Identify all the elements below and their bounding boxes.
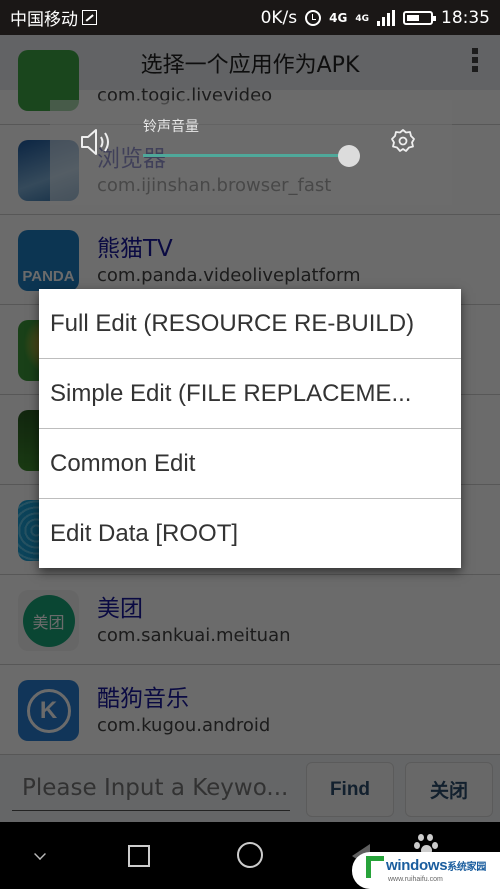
carrier-name: 中国移动 [10,10,78,30]
menu-item-full-edit[interactable]: Full Edit (RESOURCE RE-BUILD) [39,289,461,359]
menu-item-common-edit[interactable]: Common Edit [39,429,461,499]
screen: 中国移动 0K/s 4G 4G 18:35 选择一个应用作为APK com.to… [0,0,500,889]
windows-logo-icon [366,856,384,878]
volume-slider-track[interactable] [143,154,349,157]
watermark-brand-en: windows [386,857,448,874]
carrier-group: 中国移动 [10,5,97,30]
speaker-icon[interactable] [80,128,114,156]
watermark-brand-cn: 系统家园 [447,862,487,873]
menu-item-simple-edit[interactable]: Simple Edit (FILE REPLACEME... [39,359,461,429]
hide-nav-chevron-icon[interactable] [34,848,46,860]
volume-panel: 铃声音量 [50,100,452,205]
watermark-brand: windows系统家园 [386,857,486,874]
network-4g-icon: 4G [329,10,348,25]
settings-icon[interactable] [390,128,416,154]
volume-label: 铃声音量 [143,119,199,135]
clock: 18:35 [441,7,490,28]
signal-icon [377,9,395,26]
image-notification-icon [82,10,97,25]
status-bar: 中国移动 0K/s 4G 4G 18:35 [0,0,500,35]
network-speed: 0K/s [260,7,298,28]
status-icons: 0K/s 4G 4G 18:35 [261,8,490,28]
menu-item-edit-data-root[interactable]: Edit Data [ROOT] [39,499,461,569]
alarm-icon [305,9,322,26]
volume-slider-thumb[interactable] [338,145,360,167]
watermark: windows系统家园 www.ruihaifu.com [352,852,500,889]
home-icon[interactable] [237,842,263,868]
battery-icon [403,10,436,25]
edit-mode-popup-menu: Full Edit (RESOURCE RE-BUILD) Simple Edi… [39,289,461,568]
watermark-url: www.ruihaifu.com [388,876,443,883]
network-4g-small-icon: 4G [355,13,369,24]
recents-icon[interactable] [128,845,150,867]
